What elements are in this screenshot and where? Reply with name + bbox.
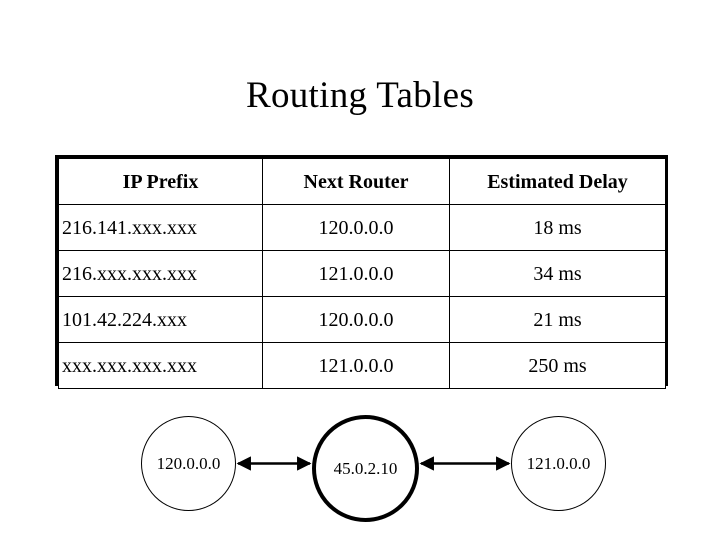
cell-next-router: 120.0.0.0 [262,204,450,251]
cell-ip-prefix: 216.xxx.xxx.xxx [58,250,263,297]
cell-estimated-delay: 34 ms [449,250,666,297]
routing-table: IP Prefix Next Router Estimated Delay 21… [55,155,668,389]
table-row: 216.141.xxx.xxx 120.0.0.0 18 ms [58,204,666,251]
column-header-next-router: Next Router [262,158,450,205]
cell-ip-prefix: 216.141.xxx.xxx [58,204,263,251]
cell-ip-prefix: 101.42.224.xxx [58,296,263,343]
cell-ip-prefix: xxx.xxx.xxx.xxx [58,342,263,389]
cell-estimated-delay: 18 ms [449,204,666,251]
column-header-ip-prefix: IP Prefix [58,158,263,205]
page-title: Routing Tables [245,75,475,116]
network-node-45-0-2-10: 45.0.2.10 [312,415,419,522]
network-node-121-0-0-0: 121.0.0.0 [511,416,606,511]
network-node-label: 45.0.2.10 [333,459,398,478]
network-node-120-0-0-0: 120.0.0.0 [141,416,236,511]
table-row: xxx.xxx.xxx.xxx 121.0.0.0 250 ms [58,342,666,389]
network-diagram: 120.0.0.0 45.0.2.10 121.0.0.0 [0,400,720,540]
cell-next-router: 120.0.0.0 [262,296,450,343]
cell-estimated-delay: 250 ms [449,342,666,389]
cell-next-router: 121.0.0.0 [262,342,450,389]
table-header-row: IP Prefix Next Router Estimated Delay [58,158,666,205]
table-row: 101.42.224.xxx 120.0.0.0 21 ms [58,296,666,343]
cell-estimated-delay: 21 ms [449,296,666,343]
column-header-estimated-delay: Estimated Delay [449,158,666,205]
network-node-label: 121.0.0.0 [526,454,591,473]
network-node-label: 120.0.0.0 [156,454,221,473]
cell-next-router: 121.0.0.0 [262,250,450,297]
routing-table-grid: IP Prefix Next Router Estimated Delay 21… [58,158,666,389]
table-row: 216.xxx.xxx.xxx 121.0.0.0 34 ms [58,250,666,297]
